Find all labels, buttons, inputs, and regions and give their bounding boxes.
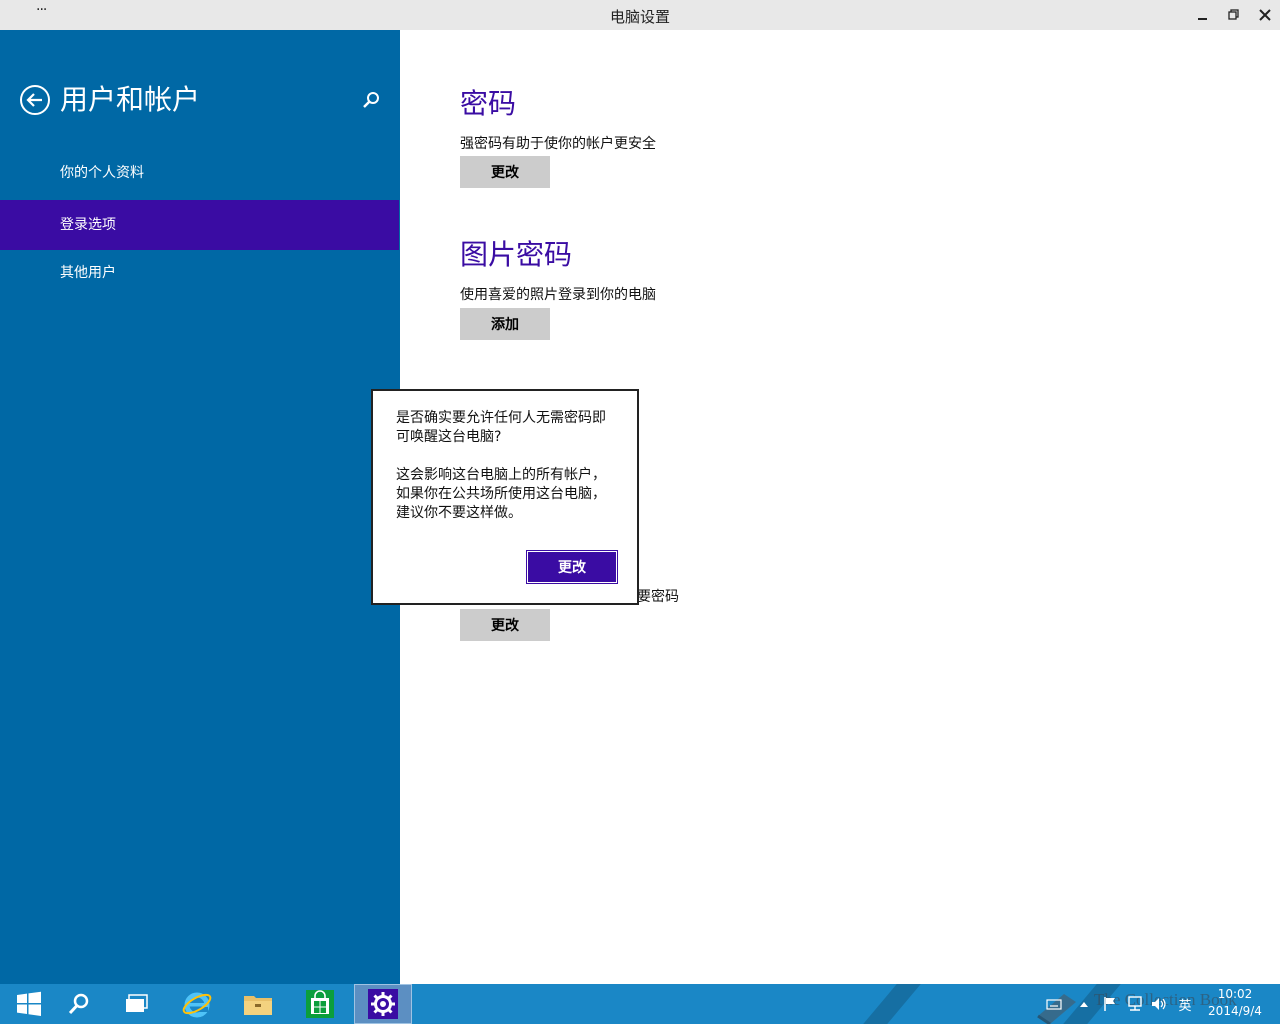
password-description: 强密码有助于使你的帐户更安全 [460, 136, 656, 152]
ime-indicator[interactable]: 英 [1174, 984, 1196, 1024]
back-arrow-icon [26, 93, 42, 107]
search-button[interactable] [360, 90, 382, 112]
sidebar-item-sign-in-options[interactable]: 登录选项 [0, 200, 399, 250]
settings-gear-icon [368, 989, 398, 1019]
clock[interactable]: 10:02 2014/9/4 [1200, 986, 1270, 1020]
task-view-icon [126, 994, 148, 1012]
password-title: 密码 [460, 87, 517, 120]
back-button[interactable] [20, 85, 50, 115]
dialog-question: 是否确实要允许任何人无需密码即可唤醒这台电脑? [396, 410, 606, 445]
folder-icon [244, 996, 272, 1015]
window-title: 电脑设置 [609, 8, 670, 26]
close-button[interactable] [1250, 0, 1280, 30]
clock-date: 2014/9/4 [1208, 1004, 1262, 1018]
flag-icon [1104, 997, 1115, 1011]
start-icon [17, 991, 41, 1016]
show-hidden-icons-button[interactable] [1075, 984, 1093, 1024]
task-view-button[interactable] [108, 984, 166, 1024]
action-center-button[interactable] [1100, 984, 1120, 1024]
internet-explorer-button[interactable] [168, 984, 226, 1024]
close-icon [1259, 9, 1271, 21]
picture-password-title: 图片密码 [460, 238, 573, 271]
picture-password-description: 使用喜爱的照片登录到你的电脑 [460, 287, 656, 303]
search-icon [363, 92, 379, 108]
sidebar-item-profile[interactable]: 你的个人资料 [0, 148, 399, 198]
keyboard-icon [1046, 999, 1062, 1010]
store-icon [306, 990, 334, 1018]
store-button[interactable] [291, 984, 349, 1024]
password-policy-description: 要密码 [637, 589, 679, 605]
chevron-up-icon [1080, 1002, 1088, 1007]
change-password-policy-button[interactable]: 更改 [460, 609, 550, 641]
network-icon [1128, 996, 1142, 1011]
add-picture-password-button[interactable]: 添加 [460, 308, 550, 340]
search-icon [68, 993, 89, 1015]
confirm-dialog: 是否确实要允许任何人无需密码即可唤醒这台电脑? 这会影响这台电脑上的所有帐户，如… [371, 389, 639, 605]
clock-time: 10:02 [1217, 987, 1253, 1001]
sidebar-item-other-users[interactable]: 其他用户 [0, 248, 399, 298]
restore-icon [1228, 9, 1239, 20]
dialog-info: 这会影响这台电脑上的所有帐户，如果你在公共场所使用这台电脑，建议你不要这样做。 [396, 467, 606, 521]
search-taskbar-button[interactable] [50, 984, 108, 1024]
settings-button[interactable] [354, 984, 412, 1024]
title-bar: ··· 电脑设置 [0, 0, 1280, 30]
taskbar: The Collection Book 英 10:02 2014/9/4 [0, 984, 1280, 1024]
dialog-confirm-button[interactable]: 更改 [526, 550, 618, 584]
sidebar-heading: 用户和帐户 [60, 83, 201, 116]
sidebar: 用户和帐户 你的个人资料 登录选项 其他用户 [0, 30, 400, 984]
volume-icon [1152, 998, 1166, 1010]
file-explorer-button[interactable] [229, 984, 287, 1024]
taskbar-decoration [863, 984, 921, 1024]
minimize-button[interactable] [1188, 0, 1218, 30]
keyboard-tray-button[interactable] [1043, 984, 1065, 1024]
minimize-icon [1198, 18, 1207, 20]
volume-button[interactable] [1148, 984, 1170, 1024]
change-password-button[interactable]: 更改 [460, 156, 550, 188]
internet-explorer-icon [182, 992, 212, 1018]
network-button[interactable] [1124, 984, 1146, 1024]
restore-button[interactable] [1219, 0, 1249, 30]
